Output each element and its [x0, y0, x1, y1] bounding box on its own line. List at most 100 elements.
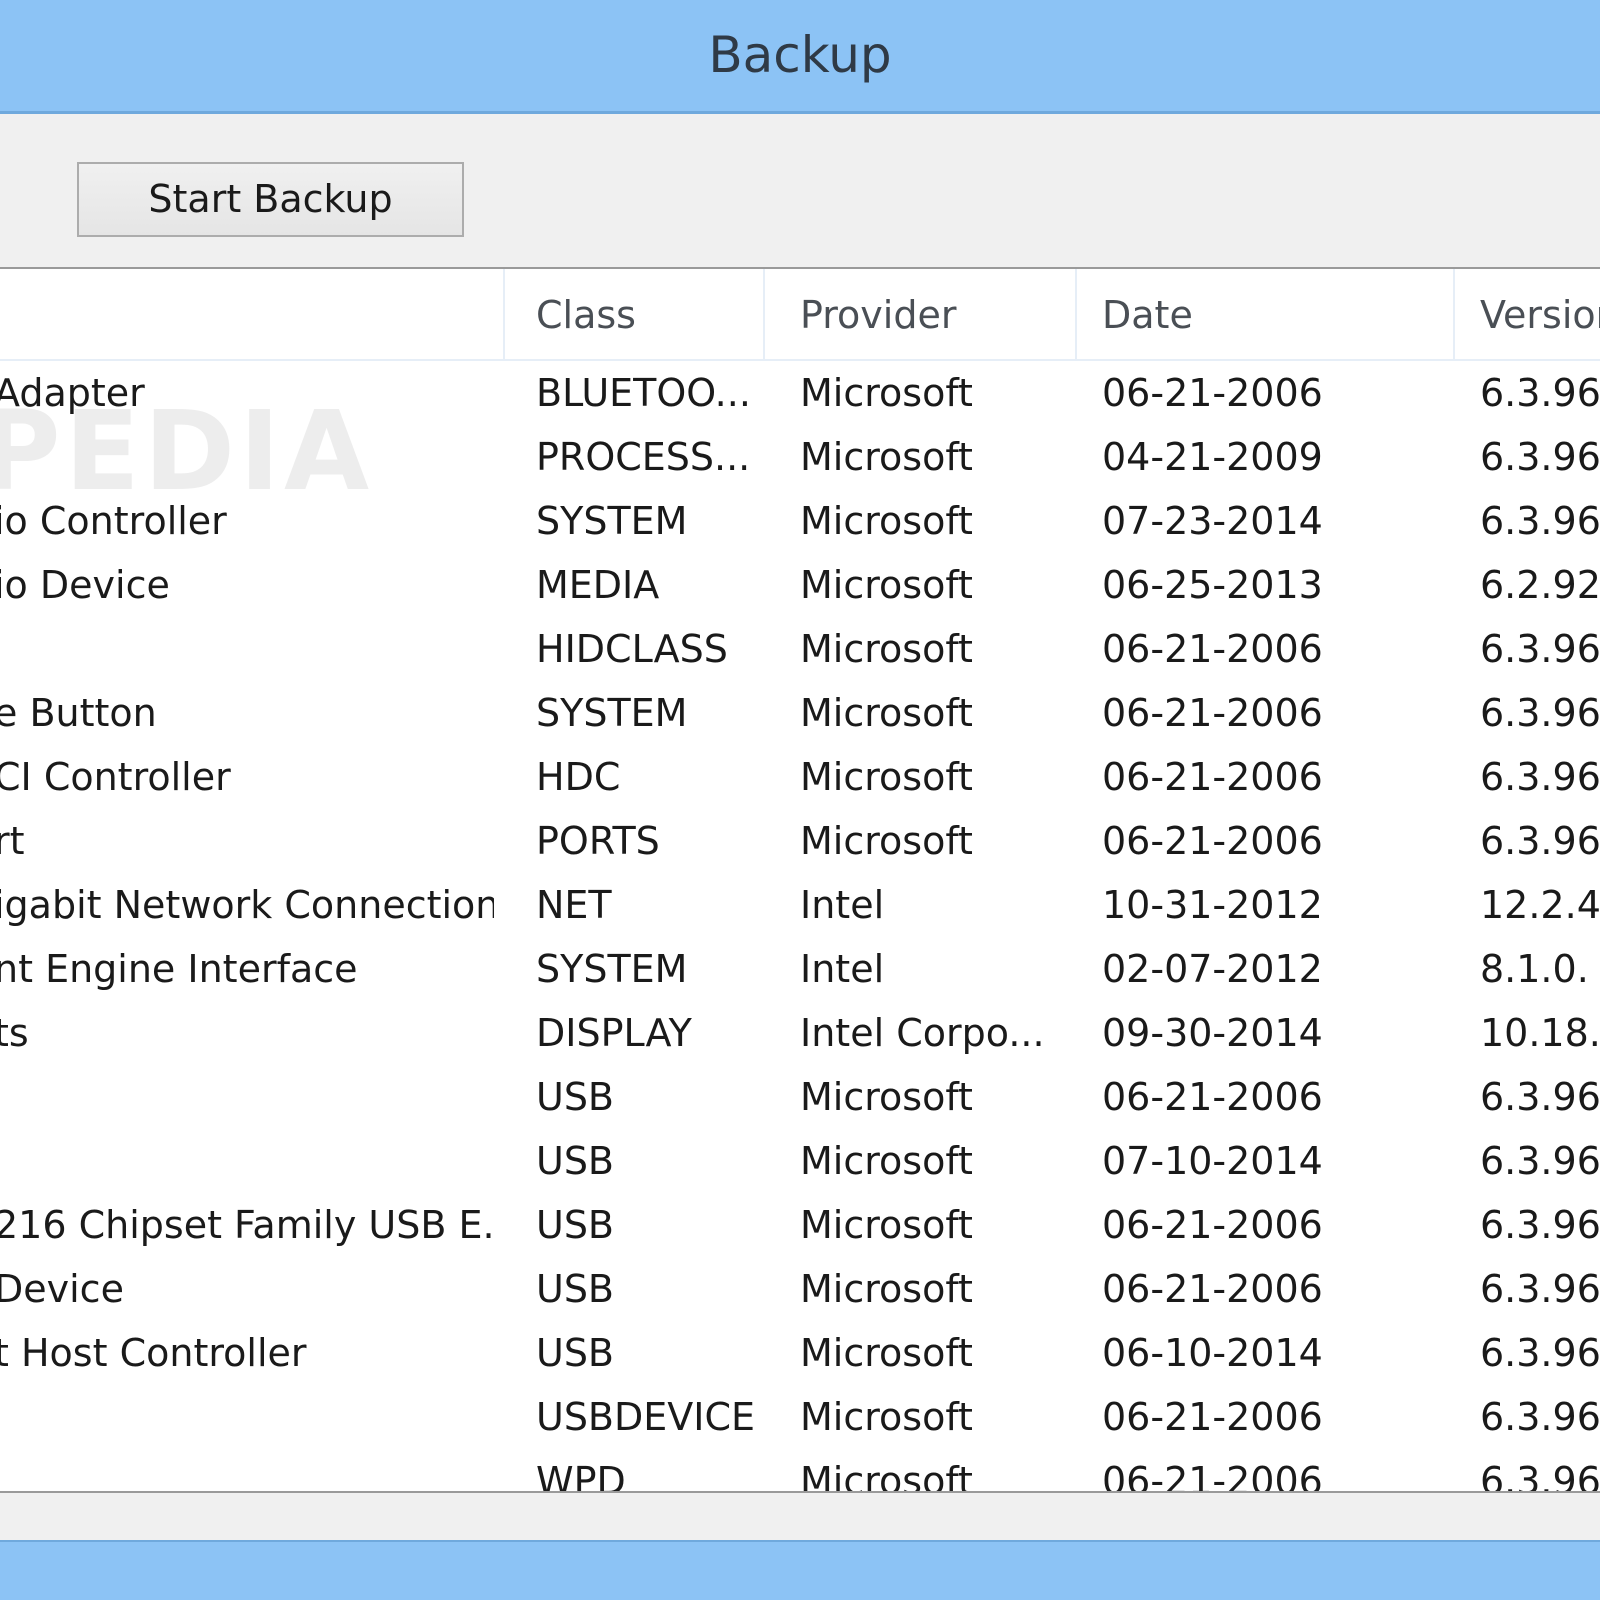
table-row[interactable]: USB Microsoft 06-21-2006 6.3.96	[0, 1065, 1600, 1129]
cell-name	[0, 1449, 494, 1491]
cell-provider: Intel Corpo...	[800, 1011, 1045, 1055]
cell-name: rt	[0, 819, 25, 863]
cell-class: DISPLAY	[536, 1011, 692, 1055]
cell-provider: Microsoft	[800, 1139, 973, 1183]
cell-provider: Microsoft	[800, 1075, 973, 1119]
cell-version: 6.3.96	[1480, 691, 1600, 735]
cell-provider: Microsoft	[800, 691, 973, 735]
table-row[interactable]: Device USB Microsoft 06-21-2006 6.3.96	[0, 1257, 1600, 1321]
cell-provider: Intel	[800, 883, 885, 927]
cell-date: 10-31-2012	[1102, 883, 1323, 927]
window-title: Backup	[708, 26, 892, 84]
cell-version: 6.3.96	[1480, 1331, 1600, 1375]
column-header-name[interactable]	[0, 269, 505, 359]
table-row[interactable]: HIDCLASS Microsoft 06-21-2006 6.3.96	[0, 617, 1600, 681]
cell-date: 06-21-2006	[1102, 1203, 1323, 1247]
table-row[interactable]: t Host Controller USB Microsoft 06-10-2014 6…	[0, 1321, 1600, 1385]
table-row[interactable]: igabit Network Connection NET Intel 10-31-2…	[0, 873, 1600, 937]
cell-name: nt Engine Interface	[0, 947, 358, 991]
cell-class: SYSTEM	[536, 691, 688, 735]
cell-date: 06-21-2006	[1102, 819, 1323, 863]
table-row[interactable]: 216 Chipset Family USB E... USB Microsoft 0…	[0, 1193, 1600, 1257]
cell-name	[0, 617, 494, 681]
cell-class: SYSTEM	[536, 947, 688, 991]
cell-name: 216 Chipset Family USB E...	[0, 1203, 494, 1247]
cell-name: e Button	[0, 691, 157, 735]
table-row[interactable]: ts DISPLAY Intel Corpo... 09-30-2014 10.18.	[0, 1001, 1600, 1065]
cell-date: 06-21-2006	[1102, 691, 1323, 735]
cell-name	[0, 1065, 494, 1129]
table-row[interactable]: rt PORTS Microsoft 06-21-2006 6.3.96	[0, 809, 1600, 873]
cell-version: 6.3.96	[1480, 371, 1600, 415]
cell-class: HDC	[536, 755, 621, 799]
driver-list[interactable]: Class Provider Date Version PEDIA Adapte…	[0, 267, 1600, 1493]
cell-version: 6.3.96	[1480, 1139, 1600, 1183]
cell-version: 6.2.92	[1480, 563, 1600, 607]
table-row[interactable]: WPD Microsoft 06-21-2006 6.3.96	[0, 1449, 1600, 1493]
table-row[interactable]: USB Microsoft 07-10-2014 6.3.96	[0, 1129, 1600, 1193]
cell-version: 6.3.96	[1480, 499, 1600, 543]
cell-provider: Microsoft	[800, 1459, 973, 1493]
cell-name: t Host Controller	[0, 1331, 307, 1375]
column-header-version[interactable]: Version	[1456, 269, 1600, 359]
list-header: Class Provider Date Version	[0, 269, 1600, 361]
cell-class: USB	[536, 1267, 615, 1311]
column-header-class[interactable]: Class	[512, 269, 765, 359]
table-row[interactable]: USBDEVICE Microsoft 06-21-2006 6.3.96	[0, 1385, 1600, 1449]
cell-version: 6.3.96	[1480, 435, 1600, 479]
cell-date: 06-10-2014	[1102, 1331, 1323, 1375]
cell-date: 06-21-2006	[1102, 1075, 1323, 1119]
cell-date: 02-07-2012	[1102, 947, 1323, 991]
cell-version: 6.3.96	[1480, 819, 1600, 863]
cell-date: 06-21-2006	[1102, 1459, 1323, 1493]
table-row[interactable]: io Device MEDIA Microsoft 06-25-2013 6.2.92	[0, 553, 1600, 617]
window-bottom-border	[0, 1540, 1600, 1600]
cell-version: 6.3.96	[1480, 1395, 1600, 1439]
column-header-provider[interactable]: Provider	[776, 269, 1077, 359]
cell-class: HIDCLASS	[536, 627, 728, 671]
cell-class: USB	[536, 1075, 615, 1119]
table-row[interactable]: nt Engine Interface SYSTEM Intel 02-07-2012…	[0, 937, 1600, 1001]
cell-name: ts	[0, 1011, 29, 1055]
cell-version: 6.3.96	[1480, 1075, 1600, 1119]
cell-provider: Microsoft	[800, 1395, 973, 1439]
cell-version: 6.3.96	[1480, 1459, 1600, 1493]
cell-version: 12.2.4	[1480, 883, 1600, 927]
cell-name: Device	[0, 1267, 124, 1311]
cell-class: BLUETOO...	[536, 371, 751, 415]
cell-provider: Intel	[800, 947, 885, 991]
table-row[interactable]: e Button SYSTEM Microsoft 06-21-2006 6.3.96	[0, 681, 1600, 745]
cell-class: USB	[536, 1331, 615, 1375]
client-area: Start Backup Class Provider Date Version…	[0, 114, 1600, 1540]
cell-name: io Device	[0, 563, 170, 607]
cell-version: 6.3.96	[1480, 627, 1600, 671]
cell-name	[0, 1385, 494, 1449]
table-row[interactable]: PROCESS... Microsoft 04-21-2009 6.3.96	[0, 425, 1600, 489]
cell-provider: Microsoft	[800, 819, 973, 863]
cell-provider: Microsoft	[800, 435, 973, 479]
cell-provider: Microsoft	[800, 1203, 973, 1247]
cell-date: 06-21-2006	[1102, 1395, 1323, 1439]
table-row[interactable]: io Controller SYSTEM Microsoft 07-23-2014 6.…	[0, 489, 1600, 553]
cell-provider: Microsoft	[800, 1331, 973, 1375]
cell-class: NET	[536, 883, 612, 927]
cell-version: 6.3.96	[1480, 1203, 1600, 1247]
table-row[interactable]: Adapter BLUETOO... Microsoft 06-21-2006 6.3.…	[0, 361, 1600, 425]
table-row[interactable]: CI Controller HDC Microsoft 06-21-2006 6.3.9…	[0, 745, 1600, 809]
column-header-date[interactable]: Date	[1078, 269, 1455, 359]
start-backup-button[interactable]: Start Backup	[77, 162, 464, 237]
cell-class: MEDIA	[536, 563, 660, 607]
title-bar[interactable]: Backup	[0, 0, 1600, 114]
cell-version: 10.18.	[1480, 1011, 1600, 1055]
cell-date: 06-25-2013	[1102, 563, 1323, 607]
cell-name: igabit Network Connection	[0, 883, 494, 927]
cell-date: 09-30-2014	[1102, 1011, 1323, 1055]
cell-provider: Microsoft	[800, 563, 973, 607]
cell-name: io Controller	[0, 499, 227, 543]
cell-name	[0, 425, 494, 489]
cell-date: 06-21-2006	[1102, 755, 1323, 799]
cell-class: PROCESS...	[536, 435, 751, 479]
cell-date: 07-23-2014	[1102, 499, 1323, 543]
cell-date: 04-21-2009	[1102, 435, 1323, 479]
cell-version: 6.3.96	[1480, 1267, 1600, 1311]
